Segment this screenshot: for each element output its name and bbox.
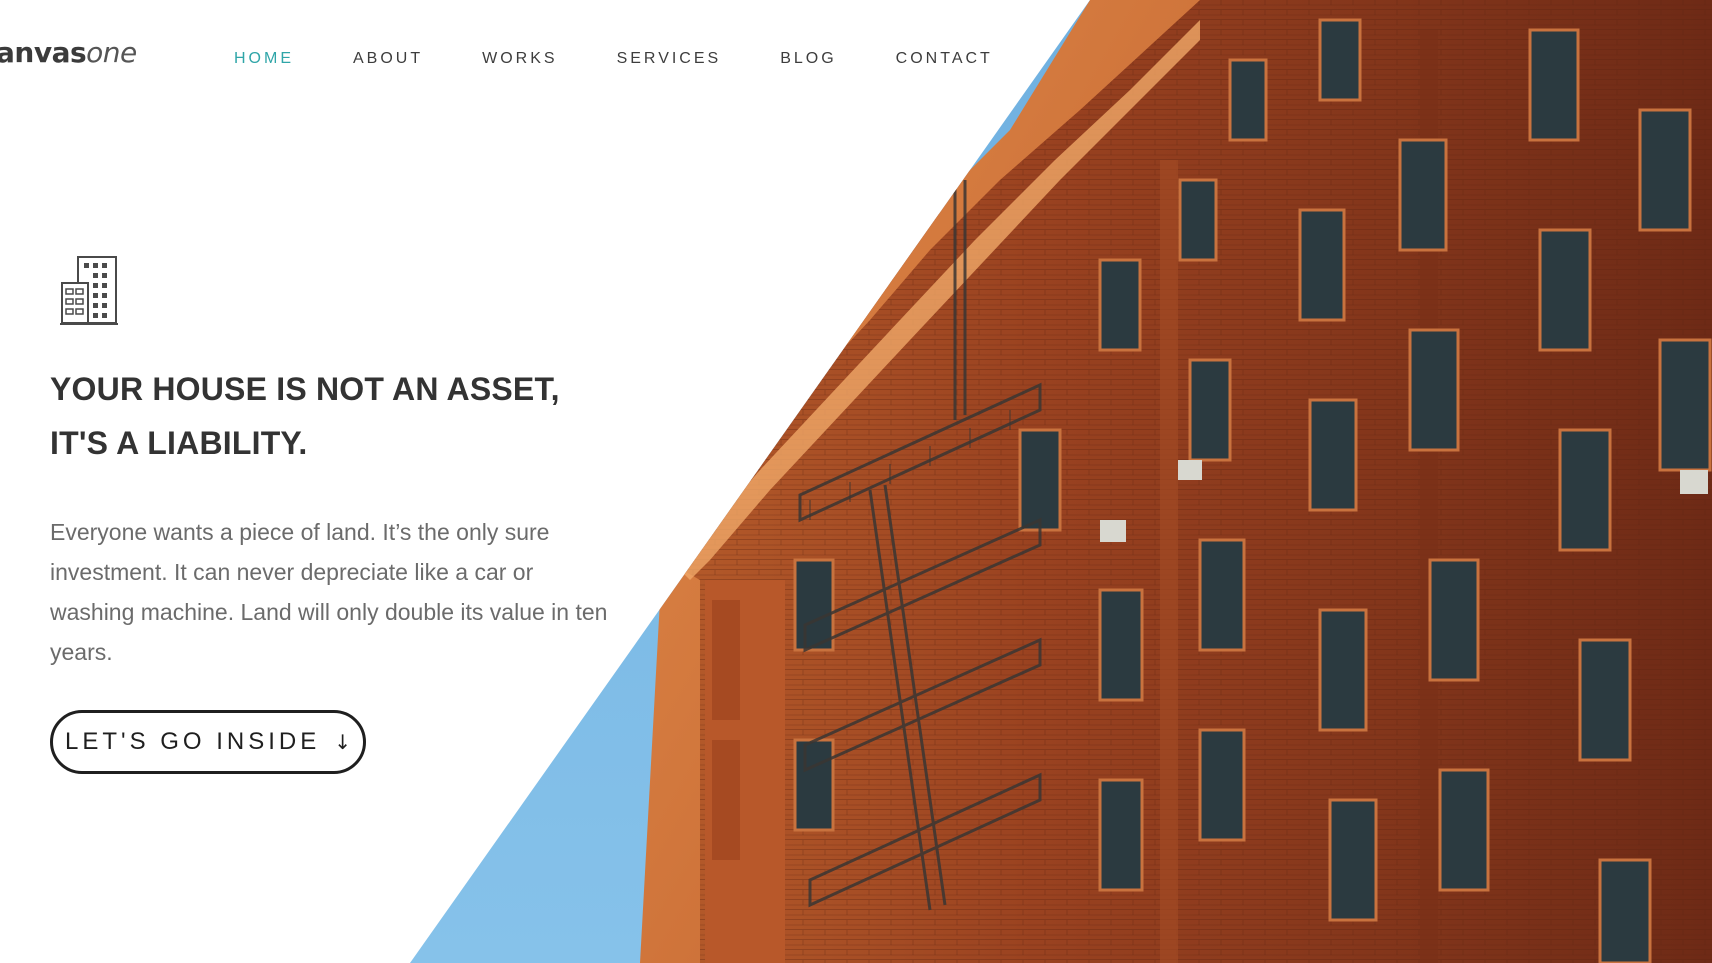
logo-text-light: one (86, 36, 137, 69)
logo-text-strong: anvas (0, 36, 87, 69)
lets-go-inside-button[interactable]: LET'S GO INSIDE ↓ (50, 710, 366, 774)
hero-headline: YOUR HOUSE IS NOT AN ASSET, IT'S A LIABI… (50, 362, 650, 470)
nav-item-about[interactable]: ABOUT (353, 50, 423, 68)
hero-headline-line2: IT'S A LIABILITY. (50, 425, 308, 461)
nav-item-works[interactable]: WORKS (482, 50, 557, 68)
logo[interactable]: anvasone (0, 36, 137, 69)
page: anvasone HOME ABOUT WORKS SERVICES BLOG … (0, 0, 1712, 963)
building-icon (60, 256, 118, 325)
nav-item-home[interactable]: HOME (234, 50, 294, 68)
hero-content: YOUR HOUSE IS NOT AN ASSET, IT'S A LIABI… (50, 255, 650, 672)
nav-item-services[interactable]: SERVICES (617, 50, 722, 68)
nav-item-contact[interactable]: CONTACT (896, 50, 993, 68)
nav-item-blog[interactable]: BLOG (780, 50, 836, 68)
arrow-down-icon: ↓ (334, 730, 352, 754)
hero-headline-line1: YOUR HOUSE IS NOT AN ASSET, (50, 371, 560, 407)
hero-body-text: Everyone wants a piece of land. It’s the… (50, 519, 608, 665)
nav-list: HOME ABOUT WORKS SERVICES BLOG CONTACT (234, 50, 1052, 68)
cta-label: LET'S GO INSIDE (64, 728, 321, 755)
